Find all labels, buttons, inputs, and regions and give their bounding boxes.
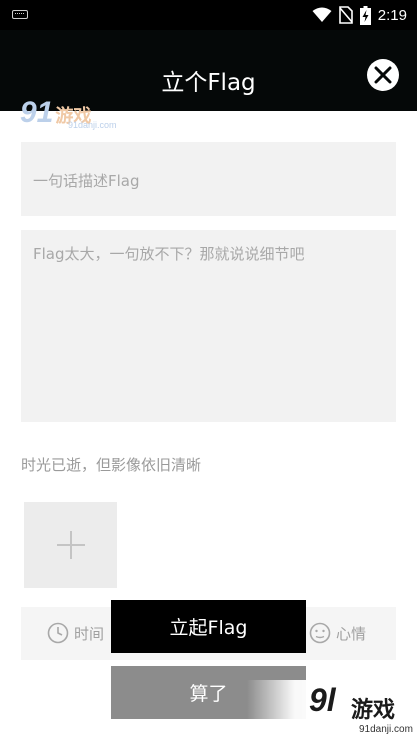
smiley-icon — [309, 622, 331, 644]
mood-picker[interactable]: 心情 — [309, 622, 366, 644]
status-time: 2:19 — [377, 6, 407, 24]
watermark-bottom-url: 91danji.com — [359, 724, 413, 735]
no-sim-icon — [338, 6, 353, 24]
plus-icon — [56, 531, 85, 559]
battery-charging-icon — [359, 5, 371, 25]
confirm-flag-button[interactable]: 立起Flag — [111, 600, 306, 653]
watermark-url: 91danji.com — [68, 120, 117, 130]
flag-detail-textarea[interactable]: Flag太大，一句放不下？那就说说细节吧 — [21, 230, 396, 422]
time-label: 时间 — [74, 624, 105, 643]
keyboard-icon — [12, 10, 28, 19]
watermark-digits: 91 — [20, 96, 54, 129]
flag-summary-input[interactable]: 一句话描述Flag — [21, 142, 396, 216]
watermark-bottom-digits: 9l — [309, 682, 336, 718]
photo-section-label: 时光已逝，但影像依旧清晰 — [21, 456, 202, 474]
wifi-icon — [312, 7, 332, 22]
watermark-logo-bottom: 9l 游戏 91danji.com — [247, 680, 417, 743]
page-title: 立个Flag — [161, 70, 256, 96]
flag-detail-placeholder: Flag太大，一句放不下？那就说说细节吧 — [33, 245, 305, 263]
watermark-bottom-text: 游戏 — [351, 698, 396, 723]
time-picker[interactable]: 时间 — [47, 622, 104, 644]
add-photo-button[interactable] — [24, 502, 117, 588]
clock-icon — [47, 622, 69, 644]
close-button[interactable] — [367, 59, 399, 91]
status-bar: 2:19 — [0, 0, 417, 30]
flag-summary-placeholder: 一句话描述Flag — [33, 172, 140, 190]
mood-label: 心情 — [336, 624, 367, 643]
status-icons: 2:19 — [312, 4, 407, 26]
close-icon — [374, 66, 392, 84]
